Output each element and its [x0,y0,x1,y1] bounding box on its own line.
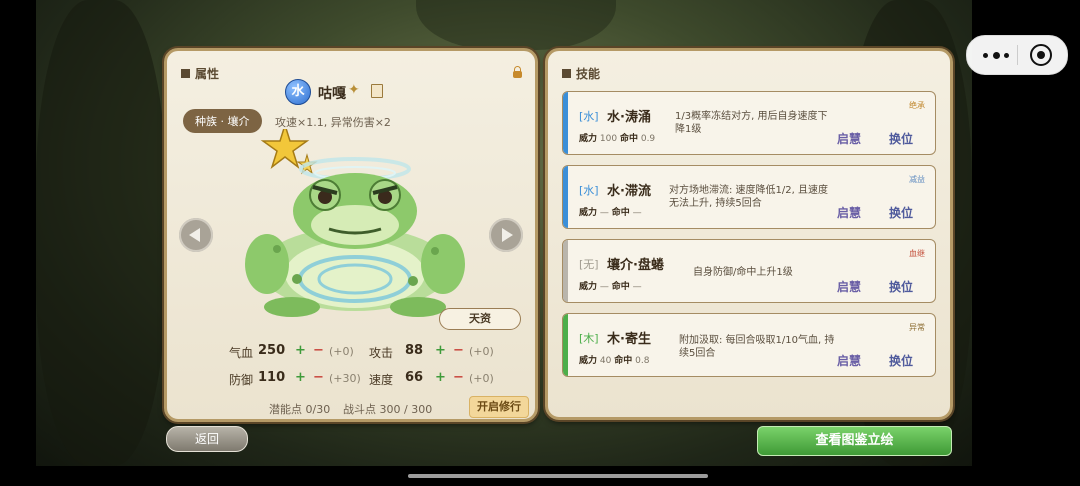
swap-button[interactable]: 换位 [889,278,913,295]
skills-title: 技能 [562,65,600,82]
skill-tag: 血继 [909,249,925,258]
skill-card[interactable]: [水] 水·滞流 威力 — 命中 — 对方场地滞流: 速度降低1/2, 且速度无… [562,165,936,229]
potential-points: 潜能点 0/30 [269,403,331,416]
spd-bonus: (+0) [469,372,494,385]
star-icon [260,129,318,175]
capsule-divider [1017,45,1018,65]
enlighten-button[interactable]: 启慧 [837,204,861,221]
skill-type-bar [563,240,568,302]
section-marker-icon [562,69,571,78]
skill-power-accuracy: 威力 40 命中 0.8 [579,356,650,366]
spd-minus-button[interactable]: − [453,370,464,385]
def-plus-button[interactable]: + [295,370,306,385]
arrow-left-icon[interactable] [179,218,213,252]
spd-plus-button[interactable]: + [435,370,446,385]
back-button[interactable]: 返回 [166,426,248,452]
star-sparkle-icon: ✦ [348,82,360,98]
enlighten-button[interactable]: 启慧 [837,130,861,147]
stat-label-hp: 气血 [229,346,254,360]
atk-plus-button[interactable]: + [435,343,446,358]
stat-value-spd: 66 [405,370,424,385]
atk-bonus: (+0) [469,345,494,358]
def-bonus: (+30) [329,372,361,385]
edit-icon[interactable] [371,84,383,98]
skill-name: 水·涛涌 [607,110,651,125]
skill-name: 壤介·盘蜷 [607,258,664,273]
stat-label-atk: 攻击 [369,346,394,360]
lock-icon[interactable] [513,66,522,78]
home-indicator[interactable] [408,474,708,478]
start-training-button[interactable]: 开启修行 [469,396,529,418]
skill-element: [水] [579,184,599,197]
skill-element: [水] [579,110,599,123]
atk-minus-button[interactable]: − [453,343,464,358]
skill-description: 1/3概率冻结对方, 用后自身速度下降1级 [675,111,828,135]
swap-button[interactable]: 换位 [889,352,913,369]
skill-card[interactable]: [木] 木·寄生 威力 40 命中 0.8 附加汲取: 每回合吸取1/10气血,… [562,313,936,377]
hp-bonus: (+0) [329,345,354,358]
hp-plus-button[interactable]: + [295,343,306,358]
skill-name: 木·寄生 [607,332,651,347]
hp-minus-button[interactable]: − [313,343,324,358]
skill-element: [木] [579,332,599,345]
skill-type-bar [563,92,568,154]
arrow-right-icon[interactable] [489,218,523,252]
talent-button[interactable]: 天资 [439,308,521,330]
enlighten-button[interactable]: 启慧 [837,278,861,295]
skill-power-accuracy: 威力 100 命中 0.9 [579,134,656,144]
skill-type-bar [563,314,568,376]
stat-value-atk: 88 [405,343,424,358]
stat-value-def: 110 [258,370,286,385]
skill-tag: 绝承 [909,101,925,110]
skills-panel: 技能 [水] 水·涛涌 威力 100 命中 0.9 1/3概率冻结对方, 用后自… [545,48,953,420]
skill-card[interactable]: [无] 壤介·盘蜷 威力 — 命中 — 自身防御/命中上升1级 血继 启慧 换位 [562,239,936,303]
skill-element: [无] [579,258,599,271]
enlighten-button[interactable]: 启慧 [837,352,861,369]
attributes-panel: 属性 水 咕嘎 ✦ 种族 · 壤介 攻速×1.1, 异常伤害×2 天资 气血 2… [164,48,538,422]
water-element-badge: 水 [285,79,311,105]
target-circle-icon[interactable] [1030,44,1052,66]
skill-description: 附加汲取: 每回合吸取1/10气血, 持续5回合 [679,335,835,359]
skill-tag: 异常 [909,323,925,332]
stat-label-def: 防御 [229,373,254,387]
skill-tag: 减益 [909,175,925,184]
pet-name: 咕嘎 [318,86,346,102]
skill-name: 水·滞流 [607,184,651,199]
view-gallery-art-button[interactable]: 查看图鉴立绘 [757,426,952,456]
toad-pet-illustration [245,129,465,317]
skill-card[interactable]: [水] 水·涛涌 威力 100 命中 0.9 1/3概率冻结对方, 用后自身速度… [562,91,936,155]
stat-value-hp: 250 [258,343,286,358]
def-minus-button[interactable]: − [313,370,324,385]
skill-type-bar [563,166,568,228]
skill-power-accuracy: 威力 — 命中 — [579,282,642,292]
skill-description: 对方场地滞流: 速度降低1/2, 且速度无法上升, 持续5回合 [669,185,828,209]
section-marker-icon [181,69,190,78]
battle-points: 战斗点 300 / 300 [343,403,433,416]
more-dots-icon[interactable] [979,44,1015,66]
race-description: 攻速×1.1, 异常伤害×2 [275,116,391,129]
skill-description: 自身防御/命中上升1级 [693,267,793,278]
stat-label-spd: 速度 [369,373,394,387]
swap-button[interactable]: 换位 [889,204,913,221]
swap-button[interactable]: 换位 [889,130,913,147]
mini-program-capsule [966,35,1068,75]
attributes-title: 属性 [181,65,219,82]
skill-power-accuracy: 威力 — 命中 — [579,208,642,218]
